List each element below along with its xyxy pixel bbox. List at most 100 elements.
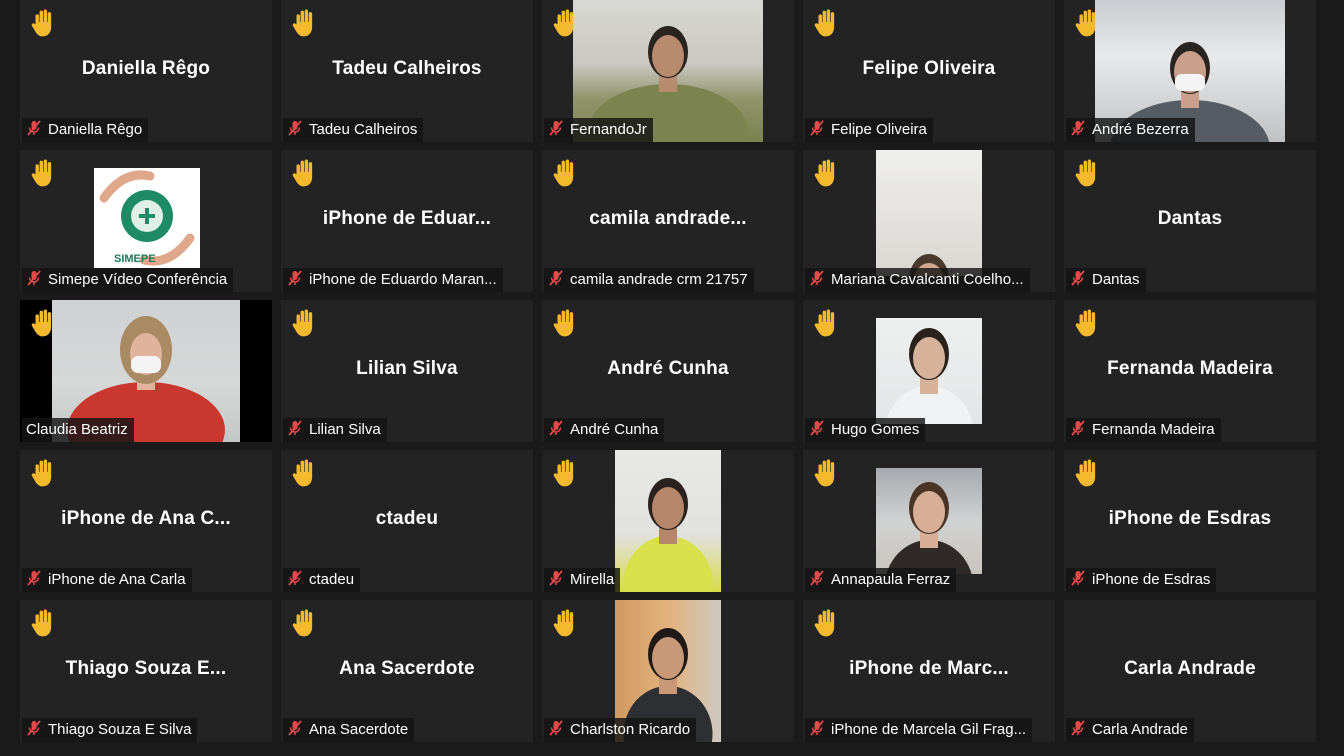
participant-name-tag: FernandoJr	[544, 118, 653, 142]
participant-display-name: iPhone de Eduar...	[322, 208, 492, 229]
participant-name-tag: Annapaula Ferraz	[805, 568, 957, 592]
participant-name-label: iPhone de Ana Carla	[48, 571, 186, 588]
muted-mic-icon	[1070, 270, 1086, 286]
participant-tile[interactable]: ctadeu ctadeu	[281, 450, 533, 592]
muted-mic-icon	[809, 720, 825, 736]
participant-name-tag: iPhone de Ana Carla	[22, 568, 192, 592]
participant-display-name: Dantas	[1157, 208, 1223, 229]
participant-tile[interactable]: FernandoJr	[542, 0, 794, 142]
participant-name-tag: ctadeu	[283, 568, 361, 592]
raised-hand-icon	[552, 608, 578, 638]
participant-display-name: Carla Andrade	[1124, 658, 1256, 679]
participant-tile[interactable]: SIMEPE Simepe Vídeo Conferência	[20, 150, 272, 292]
participant-name-tag: iPhone de Eduardo Maran...	[283, 268, 503, 292]
raised-hand-icon	[813, 8, 839, 38]
muted-mic-icon	[287, 270, 303, 286]
raised-hand-icon	[30, 608, 56, 638]
participant-tile[interactable]: André Cunha André Cunha	[542, 300, 794, 442]
participant-tile[interactable]: Mirella	[542, 450, 794, 592]
raised-hand-icon	[813, 308, 839, 338]
muted-mic-icon	[26, 570, 42, 586]
participant-display-name: camila andrade...	[589, 208, 747, 229]
participant-name-tag: Tadeu Calheiros	[283, 118, 424, 142]
participant-tile[interactable]: Hugo Gomes	[803, 300, 1055, 442]
participant-name-tag: André Cunha	[544, 418, 665, 442]
participant-tile[interactable]: iPhone de Marc... iPhone de Marcela Gil F…	[803, 600, 1055, 742]
muted-mic-icon	[548, 570, 564, 586]
participant-tile[interactable]: Tadeu Calheiros Tadeu Calheiros	[281, 0, 533, 142]
muted-mic-icon	[26, 120, 42, 136]
participant-name-tag: Felipe Oliveira	[805, 118, 933, 142]
raised-hand-icon	[30, 158, 56, 188]
raised-hand-icon	[291, 308, 317, 338]
participant-tile[interactable]: Lilian Silva Lilian Silva	[281, 300, 533, 442]
participant-display-name: Daniella Rêgo	[81, 58, 211, 79]
raised-hand-icon	[813, 458, 839, 488]
participant-tile[interactable]: Felipe Oliveira Felipe Oliveira	[803, 0, 1055, 142]
participant-tile[interactable]: Charlston Ricardo	[542, 600, 794, 742]
participant-name-label: Dantas	[1092, 271, 1140, 288]
raised-hand-icon	[1074, 8, 1100, 38]
participant-display-name: Lilian Silva	[356, 358, 458, 379]
participant-name-label: André Cunha	[570, 421, 659, 438]
raised-hand-icon	[1074, 458, 1100, 488]
participant-tile[interactable]: Dantas Dantas	[1064, 150, 1316, 292]
participant-gallery: Daniella Rêgo Daniella Rêgo Tadeu Calheiro…	[20, 0, 1320, 756]
participant-tile[interactable]: Daniella Rêgo Daniella Rêgo	[20, 0, 272, 142]
raised-hand-icon	[291, 458, 317, 488]
participant-name-tag: Fernanda Madeira	[1066, 418, 1221, 442]
participant-tile[interactable]: camila andrade... camila andrade crm 2175…	[542, 150, 794, 292]
participant-name-tag: Lilian Silva	[283, 418, 387, 442]
participant-name-label: camila andrade crm 21757	[570, 271, 748, 288]
participant-name-label: Simepe Vídeo Conferência	[48, 271, 228, 288]
participant-name-tag: André Bezerra	[1066, 118, 1195, 142]
simepe-logo-text: SIMEPE	[114, 253, 156, 265]
participant-name-label: iPhone de Marcela Gil Frag...	[831, 721, 1027, 738]
muted-mic-icon	[809, 270, 825, 286]
muted-mic-icon	[1070, 720, 1086, 736]
participant-name-tag: Thiago Souza E Silva	[22, 718, 198, 742]
video-feed	[615, 450, 721, 592]
muted-mic-icon	[548, 720, 564, 736]
muted-mic-icon	[287, 420, 303, 436]
participant-name-tag: Dantas	[1066, 268, 1146, 292]
participant-name-label: Hugo Gomes	[831, 421, 920, 438]
participant-name-label: Mirella	[570, 571, 615, 588]
muted-mic-icon	[809, 120, 825, 136]
simepe-logo: SIMEPE	[94, 168, 200, 268]
muted-mic-icon	[287, 570, 303, 586]
video-feed	[876, 468, 982, 574]
muted-mic-icon	[548, 270, 564, 286]
raised-hand-icon	[30, 458, 56, 488]
participant-tile[interactable]: Mariana Cavalcanti Coelho...	[803, 150, 1055, 292]
muted-mic-icon	[26, 720, 42, 736]
participant-name-label: iPhone de Esdras	[1092, 571, 1211, 588]
raised-hand-icon	[552, 158, 578, 188]
participant-tile[interactable]: Claudia Beatriz	[20, 300, 272, 442]
raised-hand-icon	[30, 308, 56, 338]
participant-name-label: Claudia Beatriz	[26, 421, 128, 438]
participant-name-label: iPhone de Eduardo Maran...	[309, 271, 497, 288]
participant-name-tag: Carla Andrade	[1066, 718, 1194, 742]
raised-hand-icon	[552, 8, 578, 38]
participant-name-tag: Hugo Gomes	[805, 418, 926, 442]
raised-hand-icon	[1074, 308, 1100, 338]
participant-tile[interactable]: Fernanda Madeira Fernanda Madeira	[1064, 300, 1316, 442]
participant-tile[interactable]: Carla Andrade Carla Andrade	[1064, 600, 1316, 742]
participant-tile[interactable]: André Bezerra	[1064, 0, 1316, 142]
participant-tile[interactable]: iPhone de Esdras iPhone de Esdras	[1064, 450, 1316, 592]
participant-name-tag: Mariana Cavalcanti Coelho...	[805, 268, 1030, 292]
raised-hand-icon	[291, 608, 317, 638]
participant-tile[interactable]: iPhone de Ana C... iPhone de Ana Carla	[20, 450, 272, 592]
participant-tile[interactable]: iPhone de Eduar... iPhone de Eduardo Mara…	[281, 150, 533, 292]
muted-mic-icon	[287, 120, 303, 136]
participant-display-name: iPhone de Ana C...	[61, 508, 231, 529]
muted-mic-icon	[809, 570, 825, 586]
muted-mic-icon	[1070, 120, 1086, 136]
raised-hand-icon	[552, 458, 578, 488]
muted-mic-icon	[548, 120, 564, 136]
participant-tile[interactable]: Ana Sacerdote Ana Sacerdote	[281, 600, 533, 742]
muted-mic-icon	[548, 420, 564, 436]
participant-tile[interactable]: Thiago Souza E... Thiago Souza E Silva	[20, 600, 272, 742]
participant-tile[interactable]: Annapaula Ferraz	[803, 450, 1055, 592]
